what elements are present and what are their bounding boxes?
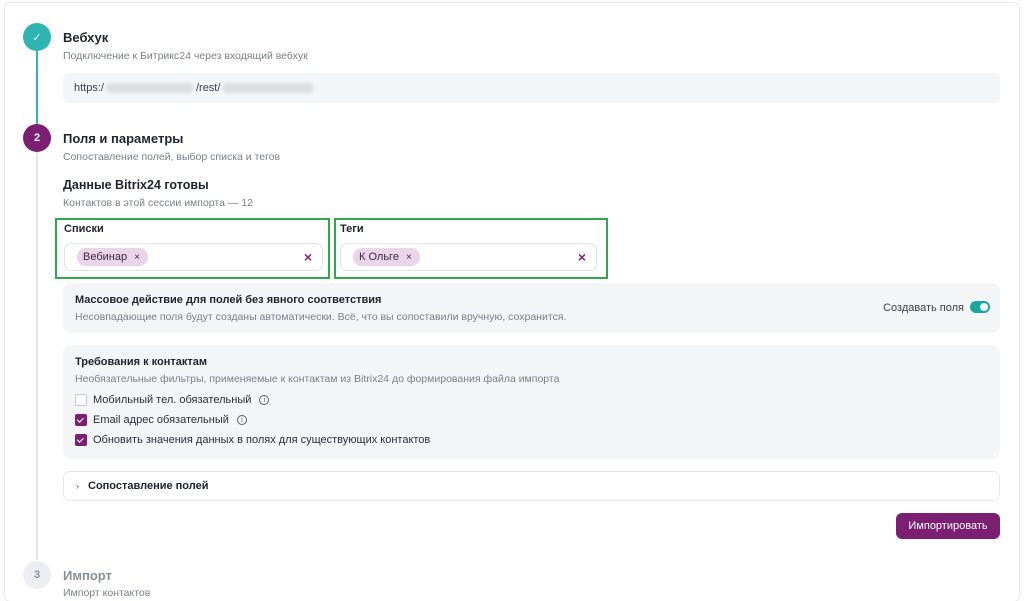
step-2-number: 2 bbox=[23, 124, 51, 152]
step-1-subtitle: Подключение к Битрикс24 через входящий в… bbox=[63, 50, 308, 62]
redacted-token bbox=[222, 83, 315, 93]
step-1-check-icon: ✓ bbox=[23, 23, 51, 51]
clear-lists-icon[interactable]: × bbox=[304, 249, 312, 265]
update-existing-label: Обновить значения данных в полях для сущ… bbox=[93, 434, 431, 446]
email-required-option[interactable]: Email адрес обязательный i bbox=[75, 414, 247, 426]
info-icon[interactable]: i bbox=[259, 395, 270, 405]
chevron-right-icon: › bbox=[76, 481, 79, 491]
update-existing-checkbox[interactable] bbox=[75, 434, 87, 446]
timeline-line-done bbox=[36, 50, 38, 124]
webhook-url-field[interactable]: https:/ /rest/ bbox=[63, 73, 1000, 103]
step-2-title: Поля и параметры bbox=[63, 131, 184, 146]
tags-label: Теги bbox=[340, 223, 364, 235]
mobile-required-label: Мобильный тел. обязательный bbox=[93, 394, 252, 406]
webhook-url-prefix: https:/ bbox=[74, 82, 104, 94]
field-mapping-accordion[interactable]: › Сопоставление полей bbox=[63, 471, 1000, 501]
list-chip-label: Вебинар bbox=[83, 251, 128, 263]
step-3-title: Импорт bbox=[63, 568, 112, 583]
redacted-host bbox=[105, 83, 194, 93]
contact-requirements-panel: Требования к контактам Необязательные фи… bbox=[63, 345, 1000, 459]
list-chip: Вебинар × bbox=[77, 248, 148, 266]
timeline-line-pending bbox=[36, 152, 38, 560]
requirements-subtitle: Необязательные фильтры, применяемые к ко… bbox=[75, 373, 560, 385]
tag-chip-label: К Ольге bbox=[359, 251, 399, 263]
mobile-required-checkbox[interactable] bbox=[75, 394, 87, 406]
email-required-checkbox[interactable] bbox=[75, 414, 87, 426]
data-ready-subtitle: Контактов в этой сессии импорта — 12 bbox=[63, 197, 253, 209]
mass-action-title: Массовое действие для полей без явного с… bbox=[75, 294, 382, 306]
lists-label: Списки bbox=[64, 223, 104, 235]
info-icon[interactable]: i bbox=[236, 415, 247, 425]
email-required-label: Email адрес обязательный bbox=[93, 414, 229, 426]
step-1-title: Вебхук bbox=[63, 30, 109, 45]
data-ready-title: Данные Bitrix24 готовы bbox=[63, 178, 209, 192]
update-existing-option[interactable]: Обновить значения данных в полях для сущ… bbox=[75, 434, 430, 446]
create-fields-label: Создавать поля bbox=[883, 302, 964, 314]
webhook-url-middle: /rest/ bbox=[195, 82, 221, 94]
mobile-required-option[interactable]: Мобильный тел. обязательный i bbox=[75, 394, 270, 406]
step-3-subtitle: Импорт контактов bbox=[63, 587, 151, 599]
mass-action-panel: Массовое действие для полей без явного с… bbox=[63, 283, 1000, 333]
tags-select[interactable]: К Ольге × × bbox=[340, 243, 597, 271]
create-fields-toggle[interactable] bbox=[970, 301, 990, 313]
mass-action-subtitle: Несовпадающие поля будут созданы автомат… bbox=[75, 311, 567, 323]
lists-select[interactable]: Вебинар × × bbox=[64, 243, 323, 271]
clear-tags-icon[interactable]: × bbox=[578, 249, 586, 265]
import-button[interactable]: Импортировать bbox=[896, 513, 1000, 539]
step-3-number: 3 bbox=[23, 561, 51, 589]
tag-chip: К Ольге × bbox=[353, 248, 420, 266]
step-2-subtitle: Сопоставление полей, выбор списка и тего… bbox=[63, 151, 281, 163]
chip-remove-icon[interactable]: × bbox=[406, 252, 412, 263]
field-mapping-label: Сопоставление полей bbox=[88, 480, 209, 492]
requirements-title: Требования к контактам bbox=[75, 356, 208, 368]
chip-remove-icon[interactable]: × bbox=[134, 252, 140, 263]
